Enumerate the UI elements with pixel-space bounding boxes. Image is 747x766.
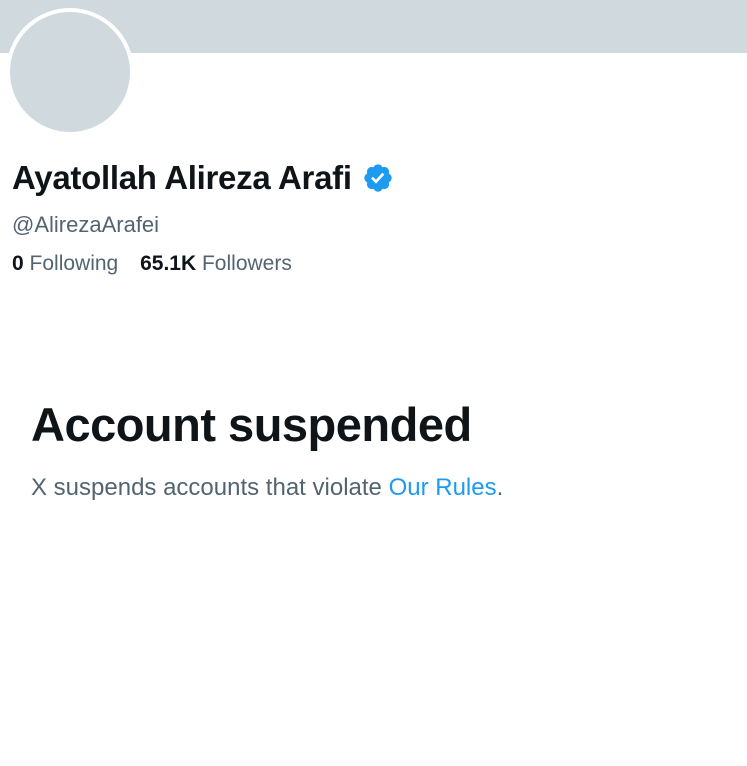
- following-count: 0: [12, 252, 24, 275]
- avatar[interactable]: [6, 8, 134, 136]
- display-name: Ayatollah Alireza Arafi: [12, 159, 352, 196]
- followers-stat[interactable]: 65.1K Followers: [140, 250, 292, 278]
- followers-count: 65.1K: [140, 252, 197, 275]
- display-name-row: Ayatollah Alireza Arafi: [12, 158, 394, 198]
- suspension-message-text: X suspends accounts that violate: [31, 474, 389, 501]
- followers-label: Followers: [201, 252, 292, 275]
- following-stat[interactable]: 0 Following: [12, 250, 118, 278]
- suspension-message-end: .: [496, 474, 504, 501]
- suspension-title: Account suspended: [31, 398, 472, 451]
- profile-handle: @AlirezaArafei: [12, 212, 160, 237]
- suspension-message: X suspends accounts that violate Our Rul…: [31, 473, 503, 503]
- follow-stats: 0 Following 65.1K Followers: [12, 250, 308, 278]
- our-rules-link[interactable]: Our Rules: [389, 474, 497, 501]
- following-label: Following: [29, 252, 119, 275]
- verified-badge-icon[interactable]: [362, 162, 394, 194]
